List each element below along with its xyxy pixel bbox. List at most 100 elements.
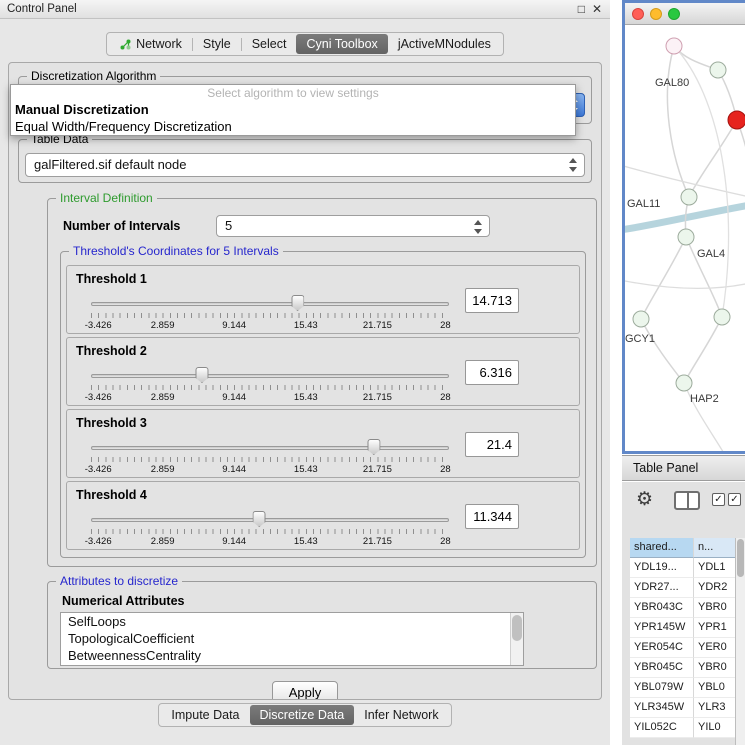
cell[interactable]: YPR1 <box>694 618 735 638</box>
network-node-selected[interactable] <box>728 111 745 130</box>
slider-thumb[interactable] <box>253 511 266 527</box>
cell[interactable]: YIL0 <box>694 718 735 738</box>
table-scrollbar[interactable] <box>735 538 745 745</box>
tick-label: 21.715 <box>363 536 392 547</box>
network-node[interactable] <box>633 311 650 328</box>
cell[interactable]: YDR2 <box>694 578 735 598</box>
select-all-checkbox-icon[interactable]: ✓ <box>712 493 725 506</box>
cell[interactable]: YDL19... <box>630 558 694 578</box>
cell[interactable]: YBL079W <box>630 678 694 698</box>
slider-thumb[interactable] <box>195 367 208 383</box>
threshold-2-slider[interactable]: -3.426 2.859 9.144 15.43 21.715 28 <box>91 364 449 404</box>
apply-button[interactable]: Apply <box>272 681 339 700</box>
cell[interactable]: YBR0 <box>694 658 735 678</box>
tick-label: 15.43 <box>294 464 318 475</box>
table-data-combobox[interactable]: galFiltered.sif default node <box>25 153 585 177</box>
tab-select[interactable]: Select <box>242 34 297 54</box>
table-row[interactable]: YPR145WYPR1 <box>630 618 735 638</box>
window-close-button[interactable] <box>632 8 644 20</box>
cell[interactable]: YER054C <box>630 638 694 658</box>
list-item[interactable]: SelfLoops <box>61 613 523 630</box>
dropdown-option-manual[interactable]: Manual Discretization <box>11 101 575 118</box>
column-header-shared[interactable]: shared... <box>630 538 694 558</box>
tick-label: 9.144 <box>222 320 246 331</box>
table-row[interactable]: YBR045CYBR0 <box>630 658 735 678</box>
slider-track[interactable] <box>91 446 449 450</box>
tab-infer-network[interactable]: Infer Network <box>354 705 448 725</box>
tab-style[interactable]: Style <box>193 34 241 54</box>
gear-icon[interactable]: ⚙ <box>636 488 653 511</box>
combo-arrows-icon[interactable] <box>568 157 579 173</box>
float-window-icon[interactable]: □ <box>578 0 585 18</box>
dropdown-placeholder: Select algorithm to view settings <box>11 85 575 101</box>
network-node[interactable] <box>666 38 683 55</box>
tab-impute-data[interactable]: Impute Data <box>161 705 249 725</box>
network-canvas[interactable]: GAL80 GAL11 GAL4 GCY1 HAP2 <box>625 25 745 451</box>
slider-thumb[interactable] <box>367 439 380 455</box>
tab-network[interactable]: Network <box>109 34 192 54</box>
list-item[interactable]: TopologicalCoefficient <box>61 630 523 647</box>
number-of-intervals-spinner[interactable]: 5 <box>216 215 490 237</box>
table-row[interactable]: YER054CYER0 <box>630 638 735 658</box>
list-item[interactable]: BetweennessCentrality <box>61 647 523 664</box>
select-columns-checkbox-icon[interactable]: ✓ <box>728 493 741 506</box>
network-node[interactable] <box>681 189 698 206</box>
threshold-3-value-field[interactable] <box>465 432 519 457</box>
top-tab-group: Network Style Select Cyni Toolbox jActiv… <box>106 32 504 56</box>
cell[interactable]: YDL1 <box>694 558 735 578</box>
scrollbar-thumb[interactable] <box>512 615 522 641</box>
dropdown-option-equal-width[interactable]: Equal Width/Frequency Discretization <box>11 118 575 135</box>
window-minimize-button[interactable] <box>650 8 662 20</box>
close-icon[interactable]: ✕ <box>592 0 602 18</box>
window-zoom-button[interactable] <box>668 8 680 20</box>
list-scrollbar[interactable] <box>510 613 523 665</box>
table-panel-area: ⚙ ✓ ✓ shared... n... YDL19...YDL1 YDR27.… <box>622 482 745 745</box>
cell[interactable]: YIL052C <box>630 718 694 738</box>
column-layout-icon[interactable] <box>674 491 700 510</box>
slider-thumb[interactable] <box>291 295 304 311</box>
threshold-2-value-field[interactable] <box>465 360 519 385</box>
slider-tick-labels: -3.426 2.859 9.144 15.43 21.715 28 <box>91 392 449 403</box>
network-node[interactable] <box>710 62 727 79</box>
table-row[interactable]: YDL19...YDL1 <box>630 558 735 578</box>
table-row[interactable]: YIL052CYIL0 <box>630 718 735 738</box>
network-node[interactable] <box>676 375 693 392</box>
tab-cyni-toolbox[interactable]: Cyni Toolbox <box>296 34 387 54</box>
tab-discretize-data[interactable]: Discretize Data <box>250 705 355 725</box>
table-panel-header: Table Panel <box>622 455 745 481</box>
tab-jactivemnodules[interactable]: jActiveMNodules <box>388 34 501 54</box>
cell[interactable]: YBR045C <box>630 658 694 678</box>
network-node[interactable] <box>714 309 731 326</box>
threshold-4-slider[interactable]: -3.426 2.859 9.144 15.43 21.715 28 <box>91 508 449 548</box>
spinner-arrows-icon[interactable] <box>473 219 484 235</box>
cell[interactable]: YER0 <box>694 638 735 658</box>
threshold-1-slider[interactable]: -3.426 2.859 9.144 15.43 21.715 28 <box>91 292 449 332</box>
cell[interactable]: YBR0 <box>694 598 735 618</box>
cell[interactable]: YLR3 <box>694 698 735 718</box>
numerical-attributes-list[interactable]: SelfLoops TopologicalCoefficient Between… <box>60 612 524 666</box>
slider-track[interactable] <box>91 374 449 378</box>
network-node[interactable] <box>678 229 695 246</box>
slider-track[interactable] <box>91 518 449 522</box>
cell[interactable]: YPR145W <box>630 618 694 638</box>
slider-ticks <box>91 457 449 462</box>
numerical-attributes-label: Numerical Attributes <box>62 594 596 608</box>
scrollbar-thumb[interactable] <box>737 539 744 577</box>
column-header-name[interactable]: n... <box>694 538 735 558</box>
network-window-titlebar <box>625 3 745 25</box>
tick-label: 2.859 <box>151 320 175 331</box>
table-row[interactable]: YBR043CYBR0 <box>630 598 735 618</box>
cell[interactable]: YLR345W <box>630 698 694 718</box>
threshold-4-value-field[interactable] <box>465 504 519 529</box>
algorithm-dropdown-popup: Select algorithm to view settings Manual… <box>10 84 576 136</box>
cell[interactable]: YBL0 <box>694 678 735 698</box>
table-row[interactable]: YBL079WYBL0 <box>630 678 735 698</box>
threshold-1-value-field[interactable] <box>465 288 519 313</box>
slider-track[interactable] <box>91 302 449 306</box>
cell[interactable]: YDR27... <box>630 578 694 598</box>
cell[interactable]: YBR043C <box>630 598 694 618</box>
tick-label: -3.426 <box>85 464 112 475</box>
table-row[interactable]: YLR345WYLR3 <box>630 698 735 718</box>
threshold-3-slider[interactable]: -3.426 2.859 9.144 15.43 21.715 28 <box>91 436 449 476</box>
table-row[interactable]: YDR27...YDR2 <box>630 578 735 598</box>
